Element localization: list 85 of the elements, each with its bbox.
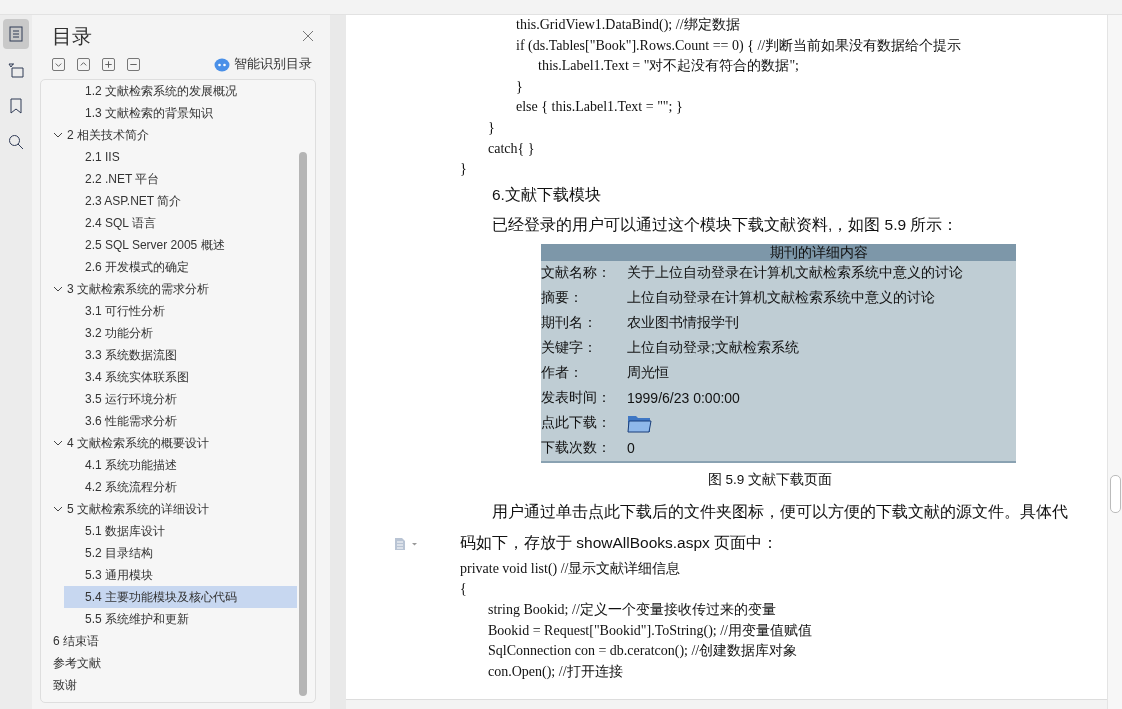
plus-button[interactable] [102, 58, 115, 71]
field-value: 周光恒 [627, 364, 670, 383]
outline-item[interactable]: 3 文献检索系统的需求分析 [41, 278, 297, 300]
smart-outline-button[interactable]: 智能识别目录 [214, 56, 312, 73]
field-value: 农业图书情报学刊 [627, 314, 740, 333]
field-value: 上位自动登录在计算机文献检索系统中意义的讨论 [627, 289, 936, 308]
outline-item[interactable]: 3.6 性能需求分析 [64, 410, 297, 432]
field-value: 关于上位自动登录在计算机文献检索系统中意义的讨论 [627, 264, 964, 283]
field-label: 发表时间： [541, 389, 612, 408]
folder-icon [627, 413, 653, 434]
figure-table-header: 期刊的详细内容 [541, 243, 1016, 261]
code-line: this.GridView1.DataBind(); //绑定数据 [515, 16, 741, 34]
chevron-down-icon[interactable] [53, 438, 63, 448]
outline-item[interactable]: 3.3 系统数据流图 [64, 344, 297, 366]
scrollbar[interactable] [299, 152, 307, 696]
outline-icon [8, 62, 24, 78]
outline-item[interactable]: 致谢 [41, 674, 297, 696]
code-line: con.Open(); //打开连接 [487, 662, 624, 681]
panel-title: 目录 [52, 24, 92, 49]
search-icon [8, 134, 24, 150]
code-line: this.Label1.Text = "对不起没有符合的数据"; [537, 57, 800, 76]
vertical-scrollbar[interactable] [1107, 15, 1122, 709]
robot-face-icon [214, 57, 230, 72]
outline-item[interactable]: 3.4 系统实体联系图 [64, 366, 297, 388]
field-label: 文献名称： [541, 264, 612, 283]
field-label: 摘要： [541, 289, 584, 308]
code-line: string Bookid; //定义一个变量接收传过来的变量 [487, 600, 777, 619]
outline-item[interactable]: 2.4 SQL 语言 [64, 212, 297, 234]
field-label: 下载次数： [541, 439, 612, 458]
code-line: catch{ } [487, 139, 536, 158]
outline-item[interactable]: 3.1 可行性分析 [64, 300, 297, 322]
code-line: } [487, 118, 496, 137]
code-line: Bookid = Request["Bookid"].ToString(); //用变量值赋值 [487, 621, 813, 640]
code-line: if (ds.Tables["Book"].Rows.Count == 0) { //判断当前如果没有数据给个提示 [515, 36, 963, 55]
plus-icon [103, 59, 114, 70]
outline-item[interactable]: 5.2 目录结构 [64, 542, 297, 564]
field-label: 点此下载： [541, 414, 612, 433]
paragraph-marker-icon[interactable] [394, 536, 418, 551]
outline-item[interactable]: 2.5 SQL Server 2005 概述 [64, 234, 297, 256]
chevron-down-icon[interactable] [53, 130, 63, 140]
horizontal-scrollbar[interactable] [346, 699, 1107, 709]
paragraph-text: 已经登录的用户可以通过这个模块下载文献资料,，如图 5.9 所示： [492, 214, 959, 235]
field-value: 0 [627, 440, 636, 457]
collapse-button[interactable] [52, 58, 65, 71]
outline-item[interactable]: 1.3 文献检索的背景知识 [64, 102, 297, 124]
paragraph-text: 码如下，存放于 showAllBooks.aspx 页面中： [460, 532, 779, 553]
code-line: private void list() //显示文献详细信息 [460, 559, 682, 578]
outline-item[interactable]: 4.2 系统流程分析 [64, 476, 297, 498]
outline-item[interactable]: 5.4 主要功能模块及核心代码 [64, 586, 297, 608]
outline-item[interactable]: 2.3 ASP.NET 简介 [64, 190, 297, 212]
field-value: 1999/6/23 0:00:00 [627, 390, 741, 407]
code-line: SqlConnection con = db.ceratcon(); //创建数据库对象 [487, 642, 799, 661]
bookmark-icon [10, 98, 22, 114]
outline-item[interactable]: 4.1 系统功能描述 [64, 454, 297, 476]
expand-button[interactable] [77, 58, 90, 71]
paragraph-text: 用户通过单击点此下载后的文件夹图标，便可以方便的下载文献的源文件。具体代 [492, 501, 1068, 522]
outline-item[interactable]: 5.5 系统维护和更新 [64, 608, 297, 630]
code-line: { [460, 580, 468, 599]
field-label: 期刊名： [541, 314, 598, 333]
outline-item[interactable]: 1.2 文献检索系统的发展概况 [64, 80, 297, 102]
outline-item[interactable]: 5.1 数据库设计 [64, 520, 297, 542]
outline-item[interactable]: 4 文献检索系统的概要设计 [41, 432, 297, 454]
outline-item[interactable]: 2.1 IIS [64, 146, 297, 168]
outline-item[interactable]: 2.6 开发模式的确定 [64, 256, 297, 278]
figure-caption: 图 5.9 文献下载页面 [707, 471, 833, 487]
section-heading: 6.文献下载模块 [491, 184, 602, 205]
outline-item[interactable]: 3.5 运行环境分析 [64, 388, 297, 410]
rail-button[interactable] [3, 19, 29, 49]
outline-item[interactable]: 5.3 通用模块 [64, 564, 297, 586]
outline-item[interactable]: 2 相关技术简介 [41, 124, 297, 146]
code-line: else { this.Label1.Text = ""; } [515, 98, 684, 117]
document-list-icon [9, 26, 23, 42]
chevron-down-icon[interactable] [53, 504, 63, 514]
outline-item[interactable]: 6 结束语 [41, 630, 297, 652]
outline-item[interactable]: 2.2 .NET 平台 [64, 168, 297, 190]
code-line: } [515, 77, 524, 96]
field-label: 作者： [541, 364, 584, 383]
field-label: 关键字： [541, 339, 598, 358]
minus-button[interactable] [127, 58, 140, 71]
field-value: 上位自动登录;文献检索系统 [627, 339, 800, 358]
chevron-down-icon[interactable] [53, 284, 63, 294]
code-line: } [460, 160, 468, 179]
outline-item[interactable]: 参考文献 [41, 652, 297, 674]
outline-item[interactable]: 3.2 功能分析 [64, 322, 297, 344]
outline-item[interactable]: 5 文献检索系统的详细设计 [41, 498, 297, 520]
